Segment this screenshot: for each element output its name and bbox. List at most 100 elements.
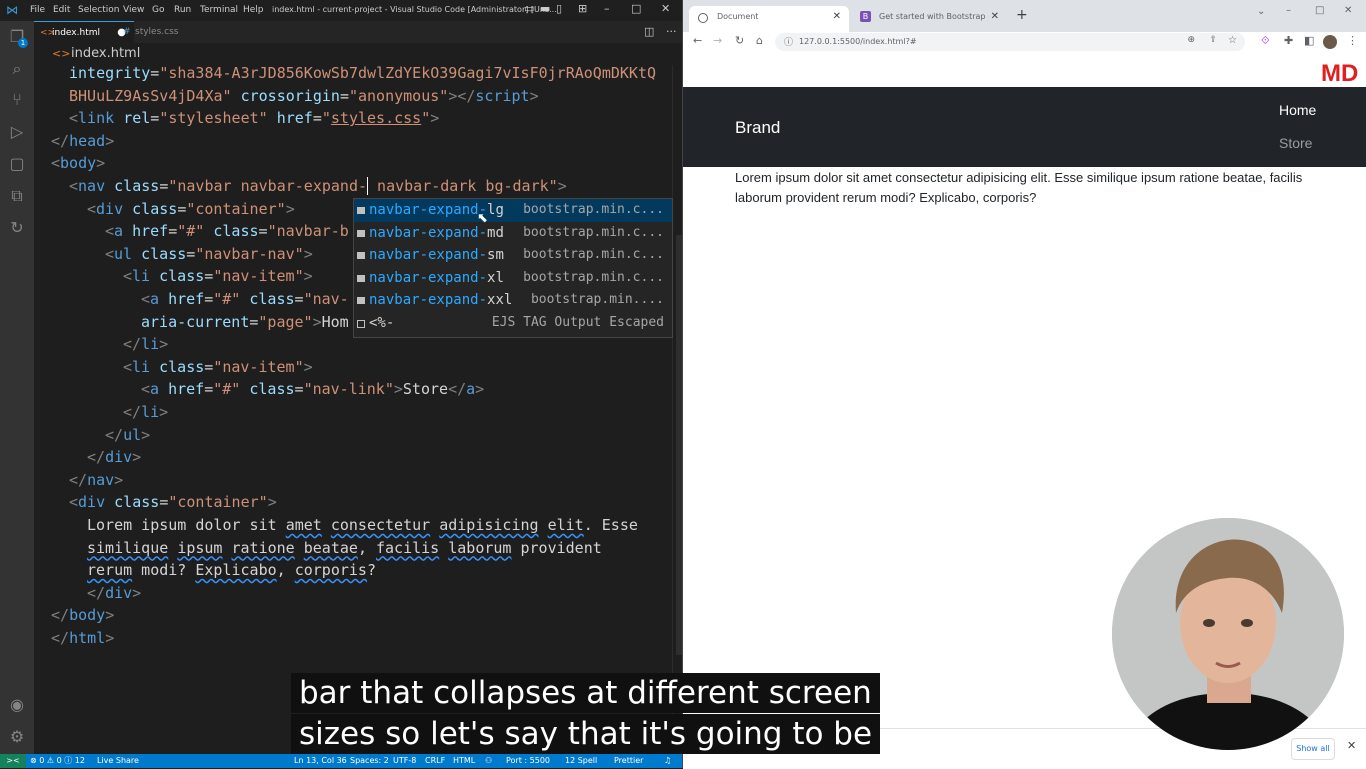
code-line[interactable]: rerum modi? Explicabo, corporis? [87, 559, 376, 582]
language-mode[interactable]: HTML [453, 754, 475, 768]
maximize-icon[interactable]: □ [631, 2, 641, 15]
code-line[interactable]: <div class="container"> [87, 198, 295, 221]
nav-link-store[interactable]: Store [1279, 135, 1312, 151]
browser-menu-icon[interactable]: ⋮ [1347, 34, 1358, 47]
code-line[interactable]: </body> [51, 604, 114, 627]
extension-icon[interactable]: ⟐ [1261, 34, 1270, 48]
suggestion-item[interactable]: navbar-expand-xl bootstrap.min.c... [354, 267, 672, 290]
code-line[interactable]: BHUuLZ9AsSv4jD4Xa" crossorigin="anonymou… [69, 85, 539, 108]
code-line[interactable]: aria-current="page">Hom [141, 311, 349, 334]
code-line[interactable]: <a href="#" class="nav- [141, 288, 349, 311]
site-info-icon[interactable]: ⓘ [784, 35, 793, 48]
code-line[interactable]: <li class="nav-item"> [123, 356, 313, 379]
code-line[interactable]: similique ipsum ratione beatae, facilis … [87, 537, 602, 560]
minimize-icon[interactable]: – [604, 2, 610, 15]
code-line[interactable]: </html> [51, 627, 114, 650]
code-line[interactable]: <a href="#" class="navbar-b [105, 220, 349, 243]
show-all-button[interactable]: Show all [1291, 738, 1335, 760]
address-bar[interactable]: ⓘ 127.0.0.1:5500/index.html?# ⊕ ⇪ ☆ [775, 33, 1245, 51]
code-line[interactable]: <ul class="navbar-nav"> [105, 243, 313, 266]
settings-gear-icon[interactable]: ⚙ [7, 727, 27, 747]
layout-icon[interactable]: ▭ [524, 2, 534, 15]
maximize-icon[interactable]: □ [1315, 5, 1324, 16]
code-line[interactable]: </head> [51, 130, 114, 153]
remote-indicator[interactable]: >< [0, 754, 26, 768]
suggestion-item[interactable]: navbar-expand-lg bootstrap.min.c... [354, 199, 672, 222]
code-line[interactable]: </ul> [105, 424, 150, 447]
code-editor[interactable]: integrity="sha384-A3rJD856KowSb7dwlZdYEk… [34, 62, 672, 754]
zoom-icon[interactable]: ⊕ [1187, 35, 1195, 45]
menu-selection[interactable]: Selection [78, 5, 119, 15]
panel-icon[interactable]: ▬ [540, 2, 550, 15]
account-icon[interactable]: ◉ [7, 695, 27, 715]
menu-go[interactable]: Go [152, 5, 164, 15]
new-tab-icon[interactable]: + [1016, 7, 1028, 23]
suggestion-item[interactable]: navbar-expand-md bootstrap.min.c... [354, 222, 672, 245]
extensions-icon[interactable]: ⧉ [7, 186, 27, 206]
encoding[interactable]: UTF-8 [393, 754, 416, 768]
menu-terminal[interactable]: Terminal [200, 5, 238, 15]
code-line[interactable]: </li> [123, 333, 168, 356]
bookmark-star-icon[interactable]: ☆ [1228, 35, 1237, 46]
code-line[interactable]: <div class="container"> [69, 491, 277, 514]
profile-avatar[interactable] [1323, 35, 1337, 49]
sidebar-icon[interactable]: ◧ [1304, 34, 1314, 47]
menu-edit[interactable]: Edit [53, 5, 70, 15]
url-text[interactable]: 127.0.0.1:5500/index.html?# [799, 33, 917, 51]
spell-checker[interactable]: 12 Spell [565, 754, 597, 768]
line-ending[interactable]: CRLF [425, 754, 445, 768]
code-line[interactable]: </nav> [69, 469, 123, 492]
code-line[interactable]: </li> [123, 401, 168, 424]
split-editor-icon[interactable]: ◫ [644, 25, 654, 38]
search-icon[interactable]: ⌕ [7, 59, 27, 79]
customize-layout-icon[interactable]: ⊞ [578, 2, 587, 15]
code-line[interactable]: <a href="#" class="nav-link">Store</a> [141, 378, 484, 401]
code-line-current[interactable]: <nav class="navbar navbar-expand- navbar… [69, 175, 567, 198]
menu-view[interactable]: View [123, 5, 144, 15]
live-server-port[interactable]: Port : 5500 [506, 754, 550, 768]
code-line[interactable]: integrity="sha384-A3rJD856KowSb7dwlZdYEk… [69, 62, 656, 85]
close-tab-icon[interactable]: ✕ [991, 6, 999, 28]
tab-styles-css[interactable]: # styles.css [117, 21, 213, 43]
suggestion-item[interactable]: navbar-expand-sm bootstrap.min.c... [354, 244, 672, 267]
suggestion-item[interactable]: navbar-expand-xxl bootstrap.min.... [354, 289, 672, 312]
menu-file[interactable]: File [30, 5, 45, 15]
browser-tab-bootstrap[interactable]: B Get started with Bootstrap · Boo... ✕ [851, 6, 1007, 32]
run-debug-icon[interactable]: ▷ [7, 122, 27, 142]
forward-icon[interactable]: → [713, 34, 722, 47]
close-window-icon[interactable]: ✕ [1344, 5, 1352, 16]
code-line[interactable]: </div> [87, 582, 141, 605]
code-line[interactable]: <body> [51, 152, 105, 175]
menu-run[interactable]: Run [174, 5, 191, 15]
source-control-icon[interactable]: ⑂ [7, 90, 27, 110]
share-icon[interactable]: ⇪ [1209, 35, 1217, 45]
code-line[interactable]: Lorem ipsum dolor sit amet consectetur a… [87, 514, 638, 537]
notifications-bell-icon[interactable]: ♫ [664, 754, 671, 768]
extensions-puzzle-icon[interactable]: ✚ [1284, 34, 1293, 47]
code-line[interactable]: </div> [87, 446, 141, 469]
code-line[interactable]: <li class="nav-item"> [123, 265, 313, 288]
live-share-status[interactable]: Live Share [97, 754, 139, 768]
autocomplete-suggestions[interactable]: navbar-expand-lg bootstrap.min.c... navb… [353, 198, 673, 338]
remote-explorer-icon[interactable]: ▢ [7, 154, 27, 174]
reload-icon[interactable]: ↻ [735, 34, 744, 47]
close-icon[interactable]: ✕ [1347, 739, 1356, 752]
more-actions-icon[interactable]: ··· [666, 25, 677, 38]
cursor-position[interactable]: Ln 13, Col 36 [294, 754, 347, 768]
sidebar-icon[interactable]: ▯ [556, 2, 562, 15]
prettier-status[interactable]: Prettier [614, 754, 643, 768]
suggestion-item[interactable]: <%- EJS TAG Output Escaped [354, 312, 672, 335]
live-server-icon[interactable]: ⚇ [485, 754, 492, 768]
nav-link-home[interactable]: Home [1279, 102, 1316, 118]
close-icon[interactable]: ✕ [661, 2, 670, 15]
navbar-brand[interactable]: Brand [735, 118, 780, 138]
menu-help[interactable]: Help [243, 5, 264, 15]
back-icon[interactable]: ← [693, 34, 702, 47]
home-icon[interactable]: ⌂ [756, 34, 763, 47]
tab-search-icon[interactable]: ⌄ [1257, 6, 1265, 17]
problems-count[interactable]: ⊗ 0 ⚠ 0 ⓘ 12 [30, 754, 85, 768]
browser-tab-document[interactable]: Document ✕ [689, 6, 849, 32]
indentation[interactable]: Spaces: 2 [350, 754, 389, 768]
code-line[interactable]: <link rel="stylesheet" href="styles.css"… [69, 107, 439, 130]
close-tab-icon[interactable]: ✕ [833, 6, 841, 28]
